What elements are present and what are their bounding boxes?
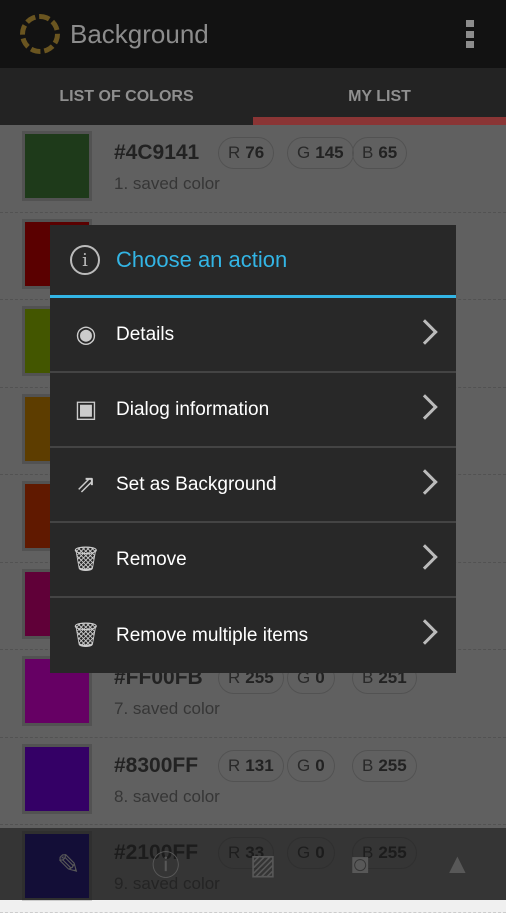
dialog-header: i Choose an action (50, 225, 456, 298)
eye-icon: ◉ (75, 321, 97, 348)
tab-my-list[interactable]: MY LIST (253, 68, 506, 125)
chevron-right-icon (412, 469, 438, 495)
action-label: Set as Background (116, 473, 277, 495)
choose-action-dialog: i Choose an action ◉ Details ▣ Dialog in… (50, 225, 456, 673)
action-dialog-information[interactable]: ▣ Dialog information (50, 373, 456, 448)
app-title: Background (70, 18, 209, 49)
action-remove[interactable]: 🗑 Remove (50, 523, 456, 598)
trash-icon: 🗑 (70, 622, 102, 649)
action-label: Details (116, 323, 175, 345)
action-label: Dialog information (116, 398, 270, 420)
action-bar: Background (0, 0, 506, 68)
action-remove-multiple[interactable]: 🗑 Remove multiple items (50, 598, 456, 673)
overflow-menu-icon[interactable] (466, 20, 474, 48)
chevron-right-icon (412, 544, 438, 570)
action-details[interactable]: ◉ Details (50, 298, 456, 373)
trash-icon: 🗑 (70, 546, 102, 573)
dialog-title: Choose an action (116, 247, 288, 272)
action-label: Remove multiple items (116, 624, 309, 646)
chevron-right-icon (412, 619, 438, 645)
document-icon: ▣ (74, 396, 98, 423)
tab-bar: LIST OF COLORS MY LIST (0, 68, 506, 125)
action-set-as-background[interactable]: ⇗ Set as Background (50, 448, 456, 523)
tab-list-of-colors[interactable]: LIST OF COLORS (0, 68, 253, 125)
app-logo-icon (20, 14, 60, 54)
share-icon: ⇗ (75, 471, 97, 498)
info-icon: i (70, 245, 100, 275)
chevron-right-icon (412, 319, 438, 345)
action-label: Remove (116, 548, 187, 570)
chevron-right-icon (412, 394, 438, 420)
